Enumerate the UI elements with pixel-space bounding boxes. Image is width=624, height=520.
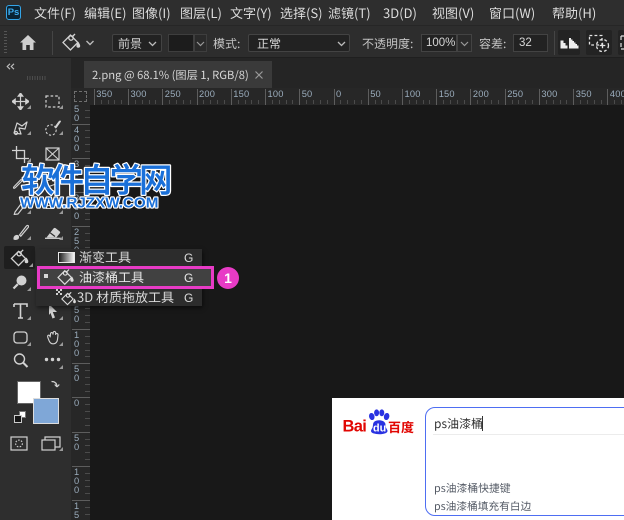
svg-text:Bai: Bai xyxy=(343,418,367,436)
svg-text:WWW.RJZXW.COM: WWW.RJZXW.COM xyxy=(20,194,158,211)
svg-text:du: du xyxy=(373,423,386,435)
